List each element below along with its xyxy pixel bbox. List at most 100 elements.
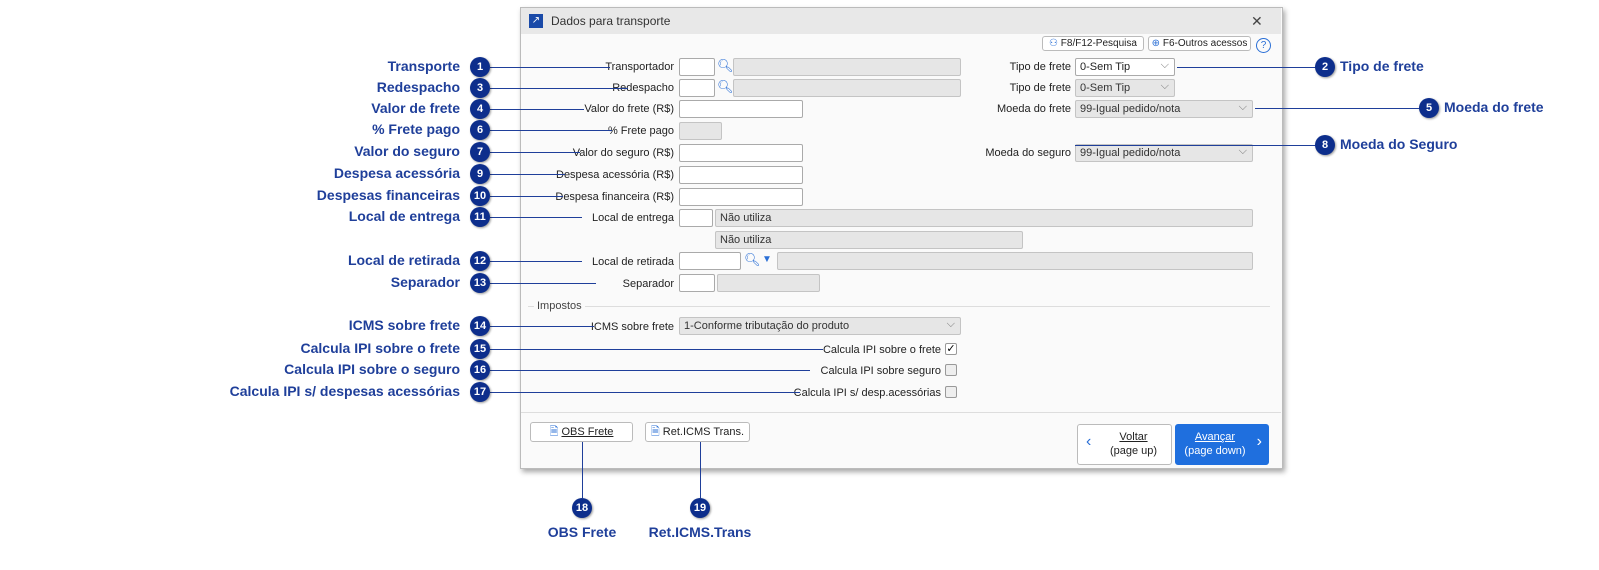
- callout-line: [490, 67, 610, 68]
- callout-label: Separador: [390, 274, 460, 290]
- callout-label: ICMS sobre frete: [348, 317, 460, 333]
- callout-badge: 12: [470, 251, 490, 271]
- search-icon[interactable]: 🔍︎: [717, 79, 734, 95]
- zoom-icon: ⊕: [1151, 38, 1163, 49]
- callout-label: Calcula IPI sobre o frete: [300, 340, 461, 356]
- valor-seguro-input[interactable]: [679, 144, 803, 162]
- callout-line: [490, 130, 612, 131]
- close-icon[interactable]: ✕: [1251, 13, 1263, 30]
- callout-label: Ret.ICMS.Trans: [648, 524, 752, 540]
- callout-line: [490, 196, 563, 197]
- callout-badge: 14: [470, 316, 490, 336]
- callout-label: Tipo de frete: [1340, 58, 1424, 74]
- callout-label: Calcula IPI s/ despesas acessórias: [229, 383, 460, 399]
- frete-pago-label: % Frete pago: [607, 125, 674, 137]
- search-button[interactable]: ⚇ F8/F12-Pesquisa: [1042, 36, 1144, 51]
- tipo-frete-label: Tipo de frete: [1009, 61, 1071, 73]
- callout-badge: 9: [470, 164, 490, 184]
- search-icon[interactable]: 🔍︎: [744, 252, 761, 268]
- callout-line: [490, 370, 810, 371]
- callout-badge: 19: [690, 498, 710, 518]
- despesa-acessoria-label: Despesa acessória (R$): [556, 169, 674, 181]
- redespacho-code-input[interactable]: [679, 79, 715, 97]
- callout-line: [490, 392, 800, 393]
- callout-badge: 5: [1419, 98, 1439, 118]
- callout-label: Despesas financeiras: [316, 187, 460, 203]
- local-entrega-input[interactable]: [679, 209, 713, 227]
- callout-label: Local de retirada: [347, 252, 460, 268]
- callout-badge: 13: [470, 273, 490, 293]
- callout-badge: 4: [470, 99, 490, 119]
- callout-label: Valor de frete: [371, 100, 460, 116]
- callout-label: Local de entrega: [348, 208, 460, 224]
- callout-badge: 16: [470, 360, 490, 380]
- help-icon[interactable]: ?: [1256, 38, 1271, 53]
- local-retirada-label: Local de retirada: [592, 256, 674, 268]
- app-icon: ↗: [529, 14, 543, 28]
- binoculars-icon: ⚇: [1049, 38, 1061, 49]
- callout-label: Transporte: [387, 58, 460, 74]
- avancar-button[interactable]: › Avançar (page down): [1175, 424, 1269, 465]
- callout-line: [490, 174, 565, 175]
- callout-label: Moeda do frete: [1444, 99, 1544, 115]
- window-title: Dados para transporte: [551, 14, 671, 28]
- document-icon: 🗎: [549, 426, 562, 438]
- redespacho-name-field: [733, 79, 961, 97]
- obs-frete-label: OBS Frete: [561, 426, 614, 438]
- moeda-seguro-select[interactable]: 99-Igual pedido/nota: [1075, 144, 1253, 162]
- ipi-seguro-checkbox[interactable]: [945, 364, 957, 376]
- transportador-name-field: [733, 58, 961, 76]
- ret-icms-button[interactable]: 🗎 Ret.ICMS Trans.: [645, 422, 750, 442]
- callout-line: [700, 442, 701, 498]
- despesa-financeira-input[interactable]: [679, 188, 803, 206]
- search-label: F8/F12-Pesquisa: [1060, 38, 1137, 49]
- local-retirada-field: [777, 252, 1253, 270]
- callout-badge: 15: [470, 339, 490, 359]
- local-retirada-input[interactable]: [679, 252, 741, 270]
- voltar-button[interactable]: ‹ Voltar (page up): [1077, 424, 1172, 465]
- separador-field: [717, 274, 820, 292]
- callout-line: [1255, 108, 1429, 109]
- despesa-acessoria-input[interactable]: [679, 166, 803, 184]
- callout-label: Valor do seguro: [354, 143, 460, 159]
- callout-label: Calcula IPI sobre o seguro: [284, 361, 460, 377]
- local-entrega-field-2: Não utiliza: [715, 231, 1023, 249]
- tipo-frete-select[interactable]: 0-Sem Tip: [1075, 58, 1175, 76]
- despesa-financeira-label: Despesa financeira (R$): [555, 191, 674, 203]
- callout-label: % Frete pago: [372, 121, 460, 137]
- valor-seguro-label: Valor do seguro (R$): [572, 147, 674, 159]
- impostos-divider: [528, 306, 1270, 307]
- callout-line: [1177, 67, 1325, 68]
- callout-line: [1075, 145, 1325, 146]
- ipi-desp-checkbox[interactable]: [945, 386, 957, 398]
- callout-label: Despesa acessória: [333, 165, 460, 181]
- separador-input[interactable]: [679, 274, 715, 292]
- voltar-sub: (page up): [1109, 445, 1158, 457]
- callout-label: Moeda do Seguro: [1340, 136, 1458, 152]
- other-access-button[interactable]: ⊕ F6-Outros acessos: [1148, 36, 1251, 51]
- search-icon[interactable]: 🔍︎: [717, 58, 734, 74]
- ipi-frete-checkbox[interactable]: ✓: [945, 343, 957, 355]
- moeda-seguro-label: Moeda do seguro: [985, 147, 1071, 159]
- avancar-sub: (page down): [1184, 445, 1246, 457]
- transportador-code-input[interactable]: [679, 58, 715, 76]
- footer-divider: [521, 412, 1281, 413]
- chevron-right-icon: ›: [1256, 433, 1262, 450]
- tipo-frete-2-label: Tipo de frete: [1009, 82, 1071, 94]
- separador-label: Separador: [622, 278, 674, 290]
- callout-label: OBS Frete: [547, 524, 617, 540]
- callout-badge: 7: [470, 142, 490, 162]
- callout-line: [490, 109, 584, 110]
- icms-select[interactable]: 1-Conforme tributação do produto: [679, 317, 961, 335]
- moeda-frete-select[interactable]: 99-Igual pedido/nota: [1075, 100, 1253, 118]
- obs-frete-button[interactable]: 🗎 OBS Frete: [530, 422, 633, 442]
- valor-frete-label: Valor do frete (R$): [584, 103, 674, 115]
- callout-badge: 18: [572, 498, 592, 518]
- chevron-left-icon: ‹: [1086, 433, 1092, 450]
- callout-badge: 2: [1315, 57, 1335, 77]
- callout-badge: 10: [470, 186, 490, 206]
- dropdown-arrow-icon[interactable]: ▼: [762, 254, 772, 265]
- callout-line: [582, 442, 583, 498]
- valor-frete-input[interactable]: [679, 100, 803, 118]
- tipo-frete-2-select: 0-Sem Tip: [1075, 79, 1175, 97]
